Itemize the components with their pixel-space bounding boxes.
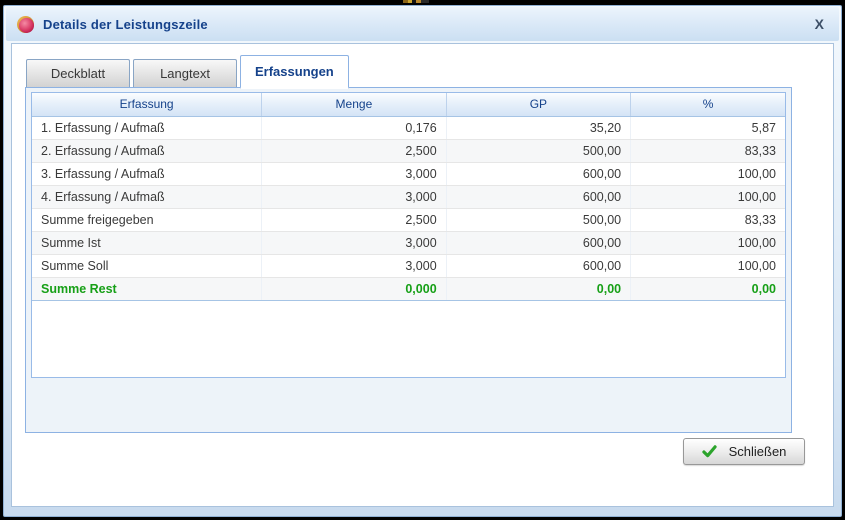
dialog-body: DeckblattLangtextErfassungen ErfassungMe…	[11, 43, 834, 507]
grid-cell-value: 500,00	[446, 139, 630, 162]
grid-body: 1. Erfassung / Aufmaß0,17635,205,872. Er…	[32, 116, 785, 300]
table-row[interactable]: Summe Rest0,0000,000,00	[32, 277, 785, 300]
tab-deckblatt[interactable]: Deckblatt	[26, 59, 130, 87]
table-row[interactable]: 4. Erfassung / Aufmaß3,000600,00100,00	[32, 185, 785, 208]
grid-cell-label: Summe Rest	[32, 277, 262, 300]
grid-cell-value: 5,87	[631, 116, 785, 139]
table-row[interactable]: 1. Erfassung / Aufmaß0,17635,205,87	[32, 116, 785, 139]
column-header-erfassung[interactable]: Erfassung	[32, 93, 262, 116]
grid-cell-value: 500,00	[446, 208, 630, 231]
schliessen-button[interactable]: Schließen	[683, 438, 805, 465]
grid-cell-value: 100,00	[631, 254, 785, 277]
grid-cell-value: 3,000	[262, 254, 446, 277]
close-icon[interactable]: X	[811, 16, 828, 32]
column-header--[interactable]: %	[631, 93, 785, 116]
tab-erfassungen[interactable]: Erfassungen	[240, 55, 349, 89]
schliessen-button-label: Schließen	[729, 444, 787, 459]
dialog-title: Details der Leistungszeile	[43, 17, 208, 32]
dialog-window: Details der Leistungszeile X DeckblattLa…	[3, 5, 842, 517]
grid-cell-value: 0,00	[631, 277, 785, 300]
column-header-gp[interactable]: GP	[446, 93, 630, 116]
check-icon	[702, 445, 717, 458]
screenshot-frame: Details der Leistungszeile X DeckblattLa…	[0, 0, 845, 520]
grid-cell-value: 100,00	[631, 162, 785, 185]
grid-cell-value: 600,00	[446, 254, 630, 277]
tab-bar: DeckblattLangtextErfassungen	[26, 54, 349, 87]
grid-cell-value: 2,500	[262, 208, 446, 231]
grid-cell-value: 600,00	[446, 231, 630, 254]
dialog-titlebar: Details der Leistungszeile X	[6, 7, 839, 41]
grid-cell-value: 3,000	[262, 231, 446, 254]
grid-cell-value: 35,20	[446, 116, 630, 139]
grid-header-row: ErfassungMengeGP%	[32, 93, 785, 116]
table-row[interactable]: 3. Erfassung / Aufmaß3,000600,00100,00	[32, 162, 785, 185]
grid-cell-label: 3. Erfassung / Aufmaß	[32, 162, 262, 185]
grid-cell-value: 100,00	[631, 231, 785, 254]
app-icon	[17, 16, 34, 33]
tab-langtext[interactable]: Langtext	[133, 59, 237, 87]
grid-cell-label: Summe Soll	[32, 254, 262, 277]
background-window-sliver	[403, 0, 429, 3]
erfassungen-grid: ErfassungMengeGP% 1. Erfassung / Aufmaß0…	[31, 92, 786, 378]
grid-cell-label: 4. Erfassung / Aufmaß	[32, 185, 262, 208]
table-row[interactable]: Summe Ist3,000600,00100,00	[32, 231, 785, 254]
grid-cell-value: 600,00	[446, 185, 630, 208]
table-row[interactable]: Summe Soll3,000600,00100,00	[32, 254, 785, 277]
grid-cell-value: 2,500	[262, 139, 446, 162]
grid-cell-value: 0,176	[262, 116, 446, 139]
table-row[interactable]: Summe freigegeben2,500500,0083,33	[32, 208, 785, 231]
grid-cell-value: 100,00	[631, 185, 785, 208]
tab-panel-erfassungen: ErfassungMengeGP% 1. Erfassung / Aufmaß0…	[25, 87, 792, 433]
column-header-menge[interactable]: Menge	[262, 93, 446, 116]
grid-cell-label: Summe Ist	[32, 231, 262, 254]
grid-cell-value: 0,000	[262, 277, 446, 300]
erfassungen-table: ErfassungMengeGP% 1. Erfassung / Aufmaß0…	[32, 93, 785, 301]
grid-cell-label: 2. Erfassung / Aufmaß	[32, 139, 262, 162]
grid-cell-value: 0,00	[446, 277, 630, 300]
grid-cell-label: Summe freigegeben	[32, 208, 262, 231]
grid-cell-value: 83,33	[631, 139, 785, 162]
grid-cell-value: 83,33	[631, 208, 785, 231]
grid-cell-label: 1. Erfassung / Aufmaß	[32, 116, 262, 139]
grid-cell-value: 3,000	[262, 162, 446, 185]
grid-cell-value: 3,000	[262, 185, 446, 208]
table-row[interactable]: 2. Erfassung / Aufmaß2,500500,0083,33	[32, 139, 785, 162]
grid-cell-value: 600,00	[446, 162, 630, 185]
